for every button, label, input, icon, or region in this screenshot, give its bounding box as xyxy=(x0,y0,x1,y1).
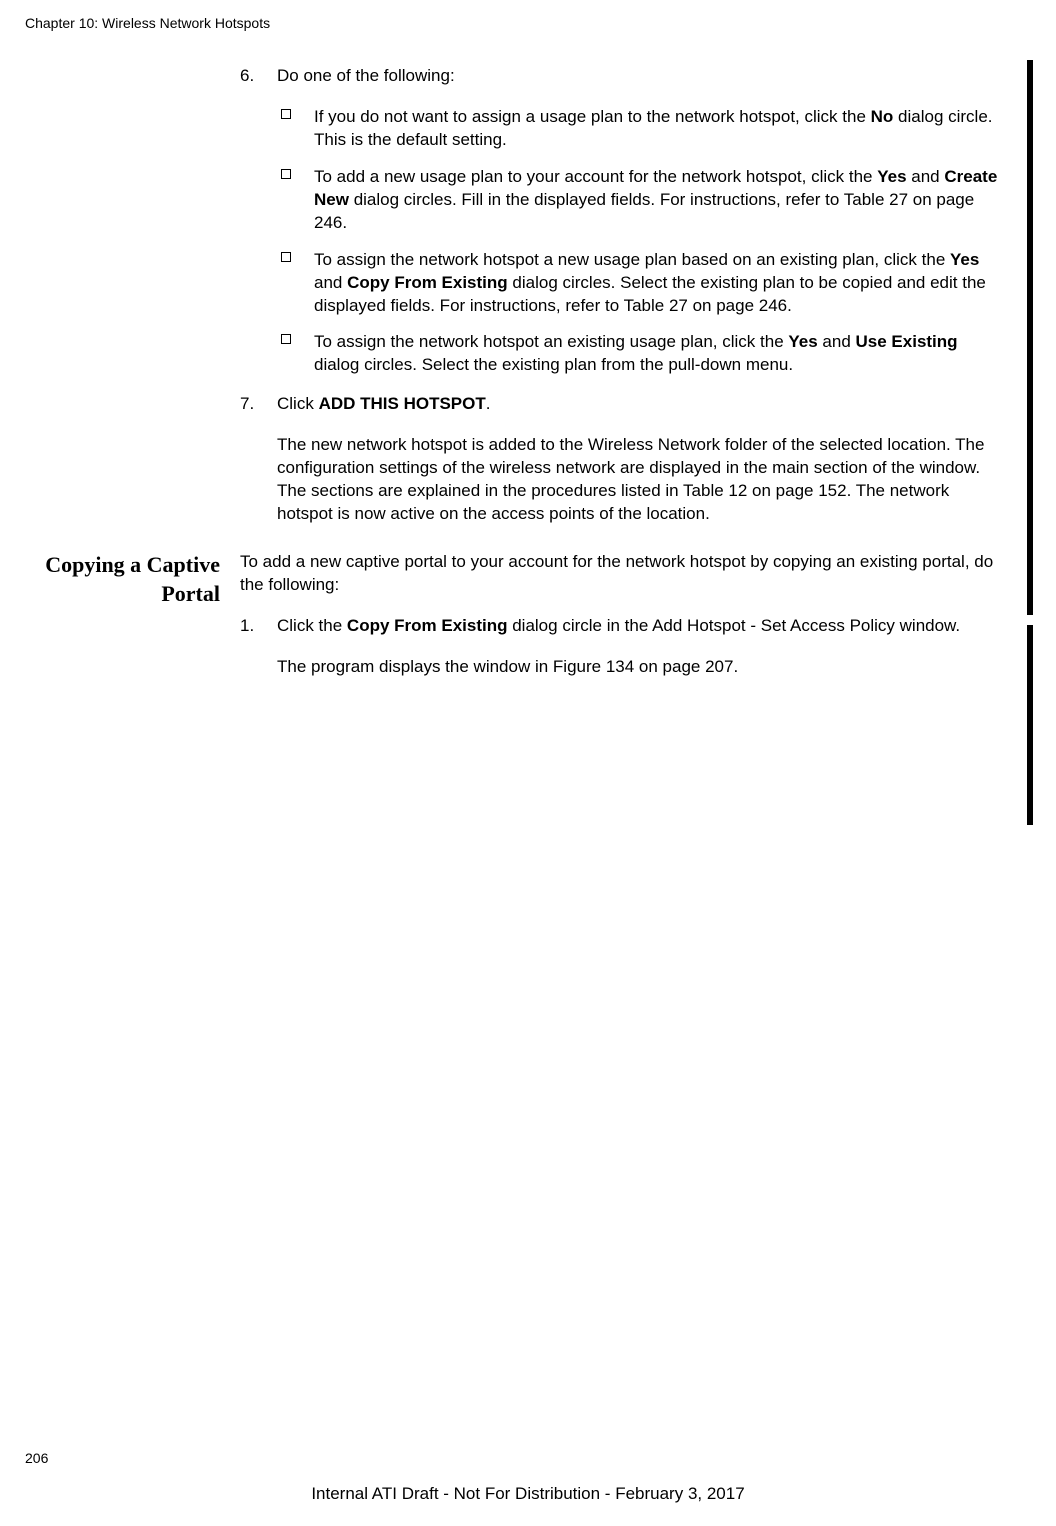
section-intro-text: To add a new captive portal to your acco… xyxy=(240,551,1000,597)
bullet-icon xyxy=(281,169,291,179)
step-6-sublist: If you do not want to assign a usage pla… xyxy=(277,106,1000,377)
step-6-sub-4: To assign the network hotspot an existin… xyxy=(277,331,1000,377)
section-step-1-text: Click the Copy From Existing dialog circ… xyxy=(277,615,1000,638)
chapter-header: Chapter 10: Wireless Network Hotspots xyxy=(25,15,270,31)
step-6: 6. Do one of the following: If you do no… xyxy=(240,65,1000,377)
sub-text: To assign the network hotspot an existin… xyxy=(314,332,958,374)
footer-draft-notice: Internal ATI Draft - Not For Distributio… xyxy=(0,1484,1056,1504)
section-step-1-number: 1. xyxy=(240,615,254,638)
bullet-icon xyxy=(281,252,291,262)
bullet-icon xyxy=(281,334,291,344)
main-content: 6. Do one of the following: If you do no… xyxy=(240,65,1000,701)
sub-text: To assign the network hotspot a new usag… xyxy=(314,250,986,315)
change-bar-1 xyxy=(1027,60,1033,615)
step-6-text: Do one of the following: xyxy=(277,65,1000,88)
step-6-number: 6. xyxy=(240,65,254,88)
change-bar-2 xyxy=(1027,625,1033,825)
section-step-1: 1. Click the Copy From Existing dialog c… xyxy=(240,615,1000,679)
step-7-result: The new network hotspot is added to the … xyxy=(277,434,1000,526)
step-6-sub-1: If you do not want to assign a usage pla… xyxy=(277,106,1000,152)
step-7-text: Click ADD THIS HOTSPOT. xyxy=(277,393,1000,416)
copying-captive-portal-section: Copying a Captive Portal To add a new ca… xyxy=(240,551,1000,679)
sub-text: To add a new usage plan to your account … xyxy=(314,167,997,232)
section-title: Copying a Captive Portal xyxy=(40,551,220,608)
section-step-1-result: The program displays the window in Figur… xyxy=(277,656,1000,679)
page-number: 206 xyxy=(25,1450,48,1466)
step-7-number: 7. xyxy=(240,393,254,416)
bullet-icon xyxy=(281,109,291,119)
step-6-sub-3: To assign the network hotspot a new usag… xyxy=(277,249,1000,318)
sub-text: If you do not want to assign a usage pla… xyxy=(314,107,993,149)
step-6-sub-2: To add a new usage plan to your account … xyxy=(277,166,1000,235)
step-7: 7. Click ADD THIS HOTSPOT. The new netwo… xyxy=(240,393,1000,526)
